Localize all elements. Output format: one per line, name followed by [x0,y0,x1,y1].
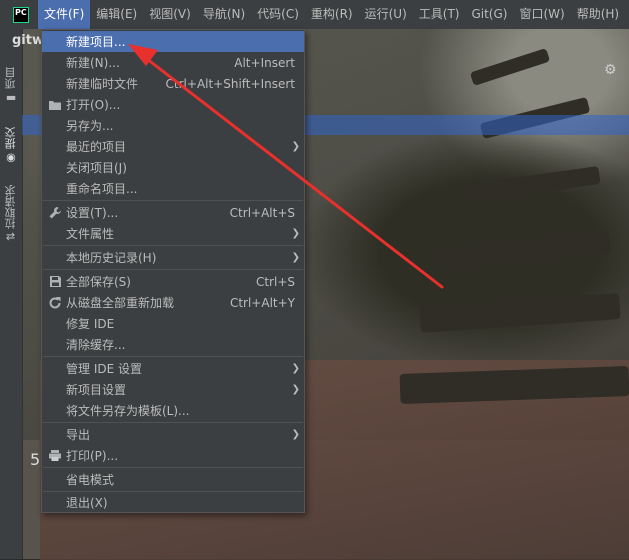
menu-separator [43,422,303,423]
menu-help[interactable]: 帮助(H) [571,0,625,29]
tool-window-pull-requests[interactable]: ⇅ 拉取请求 [0,179,22,247]
menu-item-label: 设置(T)... [66,206,119,220]
wrench-icon [47,205,63,221]
menu-item-label: 最近的项目 [66,140,127,154]
menu-view[interactable]: 视图(V) [143,0,197,29]
menu-separator [43,245,303,246]
background-stripe [469,47,551,87]
pull-request-icon: ⇅ [4,231,18,242]
menu-item-local-history[interactable]: 本地历史记录(H) ❯ [42,247,304,268]
gear-icon[interactable]: ⚙ [604,62,617,78]
menu-edit[interactable]: 编辑(E) [90,0,143,29]
tool-window-strip: ▬ 项目 ◉ 提交 ⇅ 拉取请求 [0,29,23,559]
tool-window-project[interactable]: ▬ 项目 [0,61,22,111]
menu-item-new-project-settings[interactable]: 新项目设置 ❯ [42,379,304,400]
menu-item-reload-all[interactable]: 从磁盘全部重新加载 Ctrl+Alt+Y [42,292,304,313]
shortcut-label: Ctrl+S [255,274,295,289]
chevron-right-icon: ❯ [291,384,300,395]
menu-separator [43,356,303,357]
menu-item-label: 关闭项目(J) [66,161,127,175]
menu-item-export[interactable]: 导出 ❯ [42,424,304,445]
shortcut-label: Alt+Insert [234,55,295,70]
save-icon [47,274,63,290]
reload-icon [47,295,63,311]
menu-item-rename-project[interactable]: 重命名项目... [42,178,304,199]
background-stripe [469,166,601,202]
menu-item-label: 修复 IDE [66,317,115,331]
file-menu-dropdown: 新建项目... 新建(N)... Alt+Insert 新建临时文件 Ctrl+… [41,29,305,513]
folder-icon: ▬ [4,92,18,105]
menu-item-save-as[interactable]: 另存为... [42,115,304,136]
editor-fragment-number: 5 [30,450,41,469]
chevron-right-icon: ❯ [291,252,300,263]
menu-item-settings[interactable]: 设置(T)... Ctrl+Alt+S [42,202,304,223]
menu-item-label: 新建(N)... [66,56,120,70]
chevron-right-icon: ❯ [291,228,300,239]
menu-item-new-project[interactable]: 新建项目... [42,31,304,52]
menu-item-label: 退出(X) [66,496,108,510]
project-title: gitw [12,33,44,48]
menu-run[interactable]: 运行(U) [359,0,413,29]
menu-item-new[interactable]: 新建(N)... Alt+Insert [42,52,304,73]
menu-item-label: 打印(P)... [66,449,119,463]
menu-item-save-all[interactable]: 全部保存(S) Ctrl+S [42,271,304,292]
menu-item-label: 从磁盘全部重新加载 [66,296,175,310]
menu-item-label: 重命名项目... [66,182,138,196]
menu-item-label: 全部保存(S) [66,275,131,289]
background-stripe [439,231,611,271]
tool-window-pull-requests-label: 拉取请求 [4,184,17,229]
menu-separator [43,269,303,270]
tool-window-commit[interactable]: ◉ 提交 [0,121,22,171]
menu-separator [43,200,303,201]
chevron-right-icon: ❯ [291,429,300,440]
menu-item-label: 管理 IDE 设置 [66,362,142,376]
menu-item-manage-ide-settings[interactable]: 管理 IDE 设置 ❯ [42,358,304,379]
menu-navigate[interactable]: 导航(N) [197,0,251,29]
menu-item-label: 打开(O)... [66,98,121,112]
app-logo: PC [13,6,29,23]
menu-item-print[interactable]: 打印(P)... [42,445,304,466]
menu-item-open[interactable]: 打开(O)... [42,94,304,115]
menu-item-label: 新建临时文件 [66,77,139,91]
menu-item-repair-ide[interactable]: 修复 IDE [42,313,304,334]
tool-window-commit-label: 提交 [4,127,17,149]
menu-item-file-properties[interactable]: 文件属性 ❯ [42,223,304,244]
menu-file[interactable]: 文件(F) [38,0,91,29]
menu-item-new-scratch-file[interactable]: 新建临时文件 Ctrl+Alt+Shift+Insert [42,73,304,94]
shortcut-label: Ctrl+Alt+S [229,205,295,220]
tool-window-project-label: 项目 [4,67,17,89]
main-menu-bar: PC 文件(F) 编辑(E) 视图(V) 导航(N) 代码(C) 重构(R) 运… [0,0,629,29]
menu-item-label: 本地历史记录(H) [66,251,157,265]
menu-item-close-project[interactable]: 关闭项目(J) [42,157,304,178]
menu-item-recent-projects[interactable]: 最近的项目 ❯ [42,136,304,157]
menu-item-save-as-template[interactable]: 将文件另存为模板(L)... [42,400,304,421]
menu-item-power-save-mode[interactable]: 省电模式 [42,469,304,490]
commit-icon: ◉ [4,152,18,165]
menu-item-label: 另存为... [66,119,114,133]
chevron-right-icon: ❯ [291,363,300,374]
menu-code[interactable]: 代码(C) [251,0,305,29]
shortcut-label: Ctrl+Alt+Y [229,295,295,310]
menu-window[interactable]: 窗口(W) [513,0,570,29]
folder-icon [47,97,63,113]
menu-item-label: 将文件另存为模板(L)... [66,404,190,418]
background-stripe [419,293,621,333]
menu-item-label: 新项目设置 [66,383,127,397]
menu-item-label: 导出 [66,428,91,442]
menu-item-exit[interactable]: 退出(X) [42,492,304,513]
menu-separator [43,467,303,468]
menu-refactor[interactable]: 重构(R) [305,0,359,29]
shortcut-label: Ctrl+Alt+Shift+Insert [165,76,295,91]
menu-item-label: 新建项目... [66,35,126,49]
menu-item-label: 省电模式 [66,473,115,487]
menu-item-label: 清除缓存... [66,338,126,352]
menu-item-label: 文件属性 [66,227,115,241]
printer-icon [47,448,63,464]
chevron-right-icon: ❯ [291,141,300,152]
menu-tools[interactable]: 工具(T) [413,0,466,29]
menu-item-invalidate-caches[interactable]: 清除缓存... [42,334,304,355]
menu-git[interactable]: Git(G) [465,0,513,29]
